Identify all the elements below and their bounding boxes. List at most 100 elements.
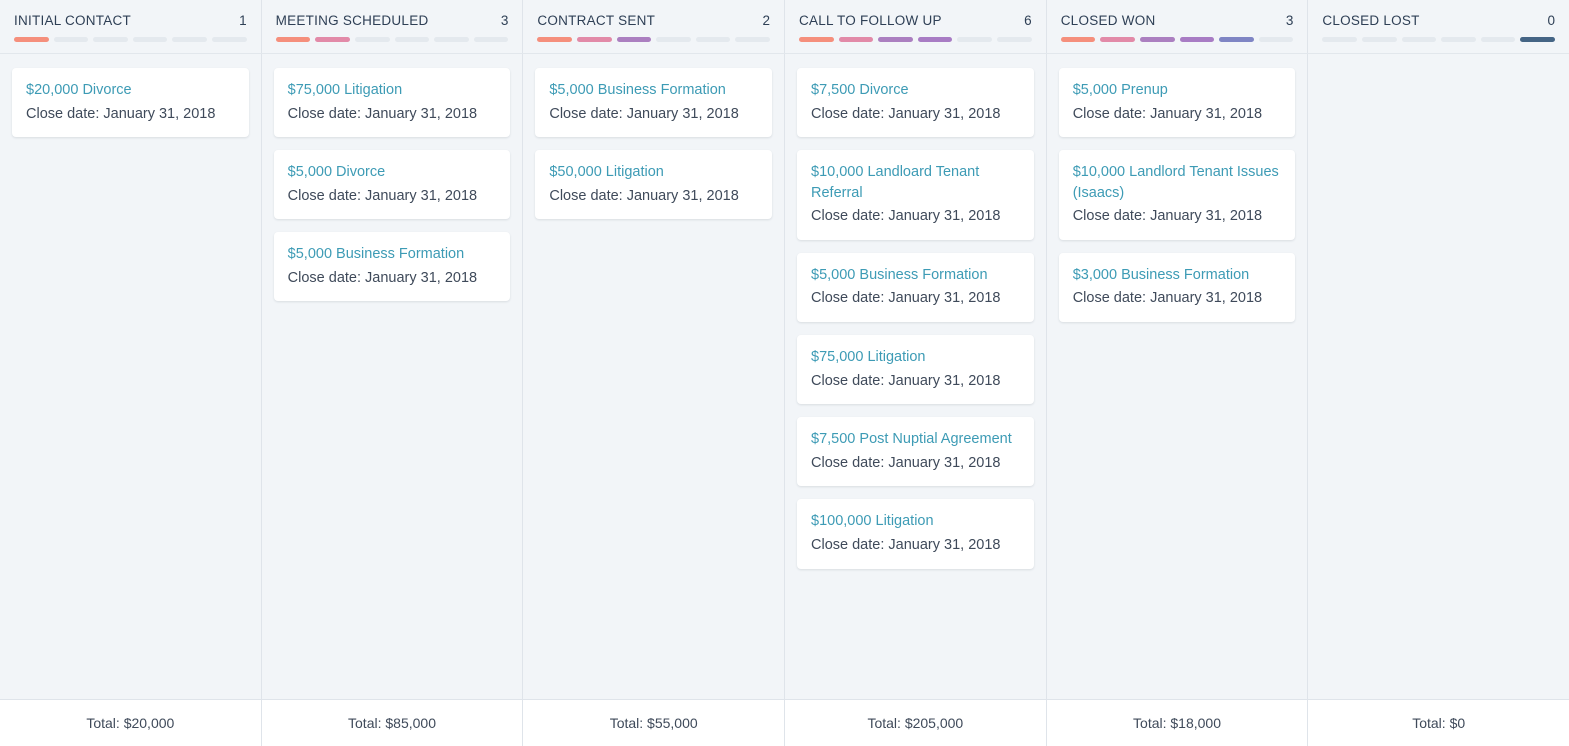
progress-segment-empty xyxy=(1441,37,1476,42)
stage-name: CALL TO FOLLOW UP xyxy=(799,13,942,28)
deal-card[interactable]: $5,000 Divorce Close date: January 31, 20… xyxy=(273,150,511,220)
progress-segment-empty xyxy=(1401,37,1437,42)
deal-card-close-date: Close date: January 31, 2018 xyxy=(287,269,478,286)
deal-card-close-date: Close date: January 31, 2018 xyxy=(811,536,1001,553)
stage-progress-bar xyxy=(275,37,509,42)
progress-segment-empty xyxy=(1480,37,1516,42)
deal-card-title-link[interactable]: $5,000 Business Formation xyxy=(549,80,758,101)
deal-card-title-link[interactable]: $5,000 Divorce xyxy=(288,162,497,183)
deal-card-title-link[interactable]: $7,500 Post Nuptial Agreement xyxy=(811,429,1020,450)
deal-card[interactable]: $100,000 Litigation Close date: January 3… xyxy=(797,499,1034,569)
progress-segment-empty xyxy=(695,37,731,42)
deal-card-close-date: Close date: January 31, 2018 xyxy=(811,105,1001,122)
deal-card[interactable]: $5,000 Business Formation Close date: Jan… xyxy=(797,252,1034,323)
deal-card[interactable]: $10,000 Landloard Tenant Referral Close d… xyxy=(797,150,1034,240)
progress-segment-empty xyxy=(656,37,691,42)
column-body-initial-contact: $20,000 Divorce Close date: January 31, 2… xyxy=(0,54,262,699)
column-header-closed-lost: CLOSED LOST 0 xyxy=(1308,0,1569,53)
column-header-top: CONTRACT SENT 2 xyxy=(537,13,770,28)
deal-card[interactable]: $5,000 Prenup Close date: January 31, 201… xyxy=(1058,68,1296,138)
column-total-closed-won: Total: $18,000 xyxy=(1047,700,1309,746)
progress-segment-filled xyxy=(878,37,913,42)
progress-segment-filled xyxy=(14,37,49,42)
stage-deal-count: 3 xyxy=(1285,13,1294,28)
column-body-closed-won: $5,000 Prenup Close date: January 31, 201… xyxy=(1047,54,1309,699)
progress-segment-empty xyxy=(957,37,993,42)
deal-card-title-link[interactable]: $10,000 Landlord Tenant Issues (Isaacs) xyxy=(1073,162,1282,203)
deal-card-title-link[interactable]: $100,000 Litigation xyxy=(811,511,1020,532)
column-header-top: CLOSED LOST 0 xyxy=(1322,13,1555,28)
column-header-call-to-follow-up: CALL TO FOLLOW UP 6 xyxy=(785,0,1047,53)
progress-segment-empty xyxy=(354,37,390,42)
stage-name: CLOSED WON xyxy=(1060,13,1156,28)
deal-card[interactable]: $75,000 Litigation Close date: January 31… xyxy=(797,335,1034,405)
progress-segment-filled xyxy=(799,37,834,42)
deal-card-title-link[interactable]: $5,000 Business Formation xyxy=(288,244,497,265)
column-header-meeting-scheduled: MEETING SCHEDULED 3 xyxy=(262,0,524,53)
column-total-contract-sent: Total: $55,000 xyxy=(523,700,786,746)
deal-card-close-date: Close date: January 31, 2018 xyxy=(287,105,478,122)
deal-card[interactable]: $5,000 Business Formation Close date: Jan… xyxy=(535,68,773,138)
deal-card-close-date: Close date: January 31, 2018 xyxy=(1072,290,1263,307)
stage-deal-count: 1 xyxy=(239,13,247,28)
progress-segment-filled xyxy=(315,37,350,42)
stage-progress-bar xyxy=(14,37,247,42)
deal-card-title-link[interactable]: $7,500 Divorce xyxy=(811,80,1020,101)
progress-segment-empty xyxy=(997,37,1032,42)
column-header-top: MEETING SCHEDULED 3 xyxy=(276,13,509,28)
stage-progress-bar xyxy=(1060,37,1294,42)
deal-card[interactable]: $5,000 Business Formation Close date: Jan… xyxy=(273,232,511,302)
deal-card-title-link[interactable]: $5,000 Business Formation xyxy=(811,265,1020,286)
progress-segment-filled xyxy=(1219,37,1254,42)
deal-card[interactable]: $3,000 Business Formation Close date: Jan… xyxy=(1058,252,1296,323)
deal-card[interactable]: $50,000 Litigation Close date: January 31… xyxy=(535,150,773,220)
stage-deal-count: 6 xyxy=(1024,13,1032,28)
deal-pipeline-board: INITIAL CONTACT 1 MEETING SCHEDULED 3 CONTRA… xyxy=(0,0,1569,746)
deal-card-close-date: Close date: January 31, 2018 xyxy=(549,187,739,204)
deal-card[interactable]: $10,000 Landlord Tenant Issues (Isaacs) C… xyxy=(1058,150,1296,240)
deal-card-title-link[interactable]: $20,000 Divorce xyxy=(26,80,235,101)
progress-segment-filled xyxy=(616,37,652,42)
progress-segment-empty xyxy=(93,37,128,42)
deal-card-title-link[interactable]: $75,000 Litigation xyxy=(811,347,1020,368)
progress-segment-empty xyxy=(473,37,509,42)
stage-deal-count: 0 xyxy=(1547,13,1556,28)
progress-segment-filled xyxy=(917,37,953,42)
deal-card-title-link[interactable]: $75,000 Litigation xyxy=(288,80,497,101)
deal-card-close-date: Close date: January 31, 2018 xyxy=(811,372,1001,389)
deal-card-close-date: Close date: January 31, 2018 xyxy=(1072,208,1263,225)
deal-card-title-link[interactable]: $3,000 Business Formation xyxy=(1073,265,1282,286)
deal-card-title-link[interactable]: $5,000 Prenup xyxy=(1073,80,1282,101)
pipeline-header-row: INITIAL CONTACT 1 MEETING SCHEDULED 3 CONTRA… xyxy=(0,0,1569,54)
progress-segment-filled xyxy=(1100,37,1135,42)
progress-segment-filled xyxy=(537,37,572,42)
progress-segment-filled xyxy=(1060,37,1096,42)
deal-card-close-date: Close date: January 31, 2018 xyxy=(811,290,1001,307)
column-header-initial-contact: INITIAL CONTACT 1 xyxy=(0,0,262,53)
column-total-closed-lost: Total: $0 xyxy=(1412,715,1466,731)
column-total-call-to-follow-up: Total: $205,000 xyxy=(785,700,1047,746)
column-total-meeting-scheduled: Total: $85,000 xyxy=(262,700,524,746)
deal-card-close-date: Close date: January 31, 2018 xyxy=(26,105,216,122)
progress-segment-empty xyxy=(172,37,208,42)
deal-card[interactable]: $75,000 Litigation Close date: January 31… xyxy=(273,68,511,138)
progress-segment-empty xyxy=(53,37,89,42)
deal-card-title-link[interactable]: $50,000 Litigation xyxy=(549,162,758,183)
column-body-meeting-scheduled: $75,000 Litigation Close date: January 31… xyxy=(262,54,524,699)
progress-segment-filled xyxy=(1179,37,1215,42)
deal-card-title-link[interactable]: $10,000 Landloard Tenant Referral xyxy=(811,162,1020,203)
column-header-contract-sent: CONTRACT SENT 2 xyxy=(523,0,786,53)
progress-segment-filled xyxy=(275,37,311,42)
progress-segment-filled xyxy=(838,37,874,42)
progress-segment-empty xyxy=(735,37,770,42)
deal-card[interactable]: $20,000 Divorce Close date: January 31, 2… xyxy=(12,68,249,138)
column-header-top: CALL TO FOLLOW UP 6 xyxy=(799,13,1032,28)
pipeline-body-row: $20,000 Divorce Close date: January 31, 2… xyxy=(0,54,1569,699)
stage-name: INITIAL CONTACT xyxy=(14,13,132,28)
column-body-call-to-follow-up: $7,500 Divorce Close date: January 31, 20… xyxy=(785,54,1047,699)
deal-card[interactable]: $7,500 Post Nuptial Agreement Close date:… xyxy=(797,417,1034,487)
deal-card-close-date: Close date: January 31, 2018 xyxy=(287,187,478,204)
pipeline-footer-row: Total: $20,000 Total: $85,000 Total: $55,0… xyxy=(0,699,1569,746)
deal-card[interactable]: $7,500 Divorce Close date: January 31, 20… xyxy=(797,68,1034,138)
stage-name: MEETING SCHEDULED xyxy=(275,13,429,28)
